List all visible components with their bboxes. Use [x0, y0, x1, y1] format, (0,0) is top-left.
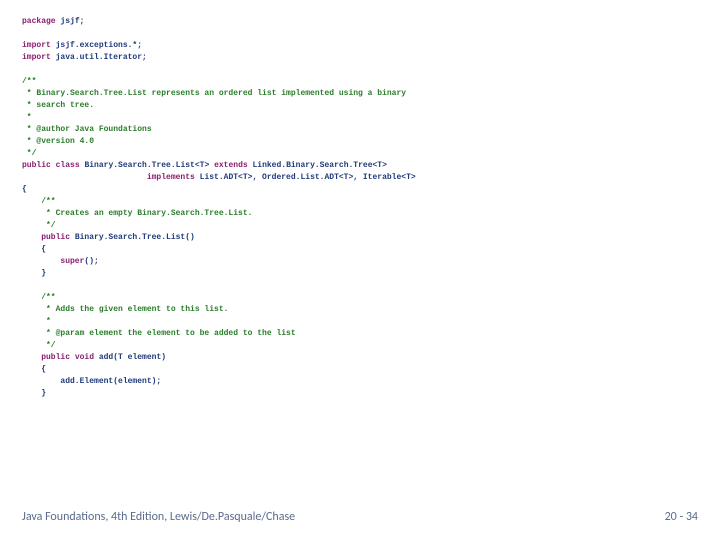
code-text: java.util.Iterator;	[51, 53, 147, 62]
code-text: {	[22, 365, 46, 374]
code-text: Binary.Search.Tree.List()	[70, 233, 195, 242]
keyword-import: import	[22, 41, 51, 50]
keyword-implements: implements	[147, 173, 195, 182]
keyword-void: void	[75, 353, 94, 362]
code-text: ();	[84, 257, 98, 266]
code-text: }	[22, 269, 46, 278]
code-text: Linked.Binary.Search.Tree<T>	[248, 161, 387, 170]
comment-line: * Binary.Search.Tree.List represents an …	[22, 89, 406, 98]
comment-line: * Creates an empty Binary.Search.Tree.Li…	[22, 209, 252, 218]
comment-line: *	[22, 317, 51, 326]
code-text: Binary.Search.Tree.List<T>	[80, 161, 214, 170]
code-text: jsjf;	[56, 17, 85, 26]
keyword-public: public	[41, 353, 70, 362]
comment-line: * @author Java Foundations	[22, 125, 152, 134]
comment-line: */	[22, 149, 36, 158]
code-text: List.ADT<T>, Ordered.List.ADT<T>, Iterab…	[195, 173, 416, 182]
keyword-super: super	[60, 257, 84, 266]
keyword-package: package	[22, 17, 56, 26]
code-text: }	[22, 389, 46, 398]
code-text: {	[22, 185, 27, 194]
code-block: package jsjf; import jsjf.exceptions.*; …	[22, 16, 698, 400]
comment-line: */	[22, 221, 56, 230]
code-text: jsjf.exceptions.*;	[51, 41, 142, 50]
code-text: add(T element)	[94, 353, 166, 362]
code-text: add.Element(element);	[22, 377, 161, 386]
comment-line: */	[22, 341, 56, 350]
code-indent	[22, 257, 60, 266]
footer-page-number: 20 - 34	[665, 508, 698, 526]
code-text: {	[22, 245, 46, 254]
code-indent	[22, 233, 41, 242]
comment-line: /**	[22, 77, 36, 86]
comment-line: *	[22, 113, 32, 122]
keyword-public: public	[22, 161, 51, 170]
comment-line: * Adds the given element to this list.	[22, 305, 228, 314]
comment-line: /**	[22, 197, 56, 206]
code-indent	[22, 173, 147, 182]
comment-line: * @param element the element to be added…	[22, 329, 296, 338]
keyword-import: import	[22, 53, 51, 62]
keyword-class: class	[56, 161, 80, 170]
footer-book-title: Java Foundations, 4th Edition, Lewis/De.…	[22, 508, 295, 526]
keyword-extends: extends	[214, 161, 248, 170]
comment-line: * @version 4.0	[22, 137, 94, 146]
slide-footer: Java Foundations, 4th Edition, Lewis/De.…	[22, 508, 698, 526]
keyword-public: public	[41, 233, 70, 242]
code-indent	[22, 353, 41, 362]
comment-line: * search tree.	[22, 101, 94, 110]
comment-line: /**	[22, 293, 56, 302]
